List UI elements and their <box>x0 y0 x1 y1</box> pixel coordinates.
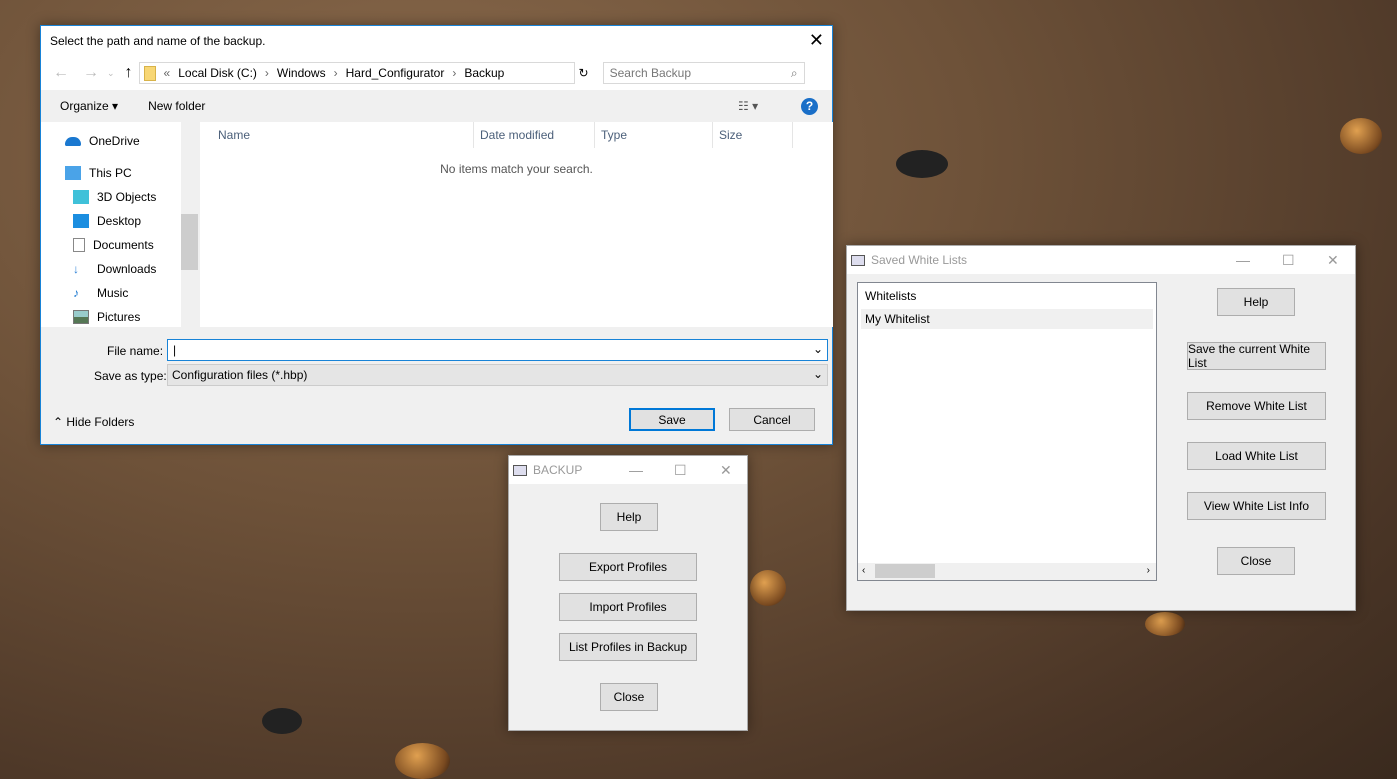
file-name-label: File name: <box>107 344 164 358</box>
address-bar[interactable]: « Local Disk (C:) › Windows › Hard_Configu… <box>138 62 575 84</box>
close-button[interactable]: Close <box>600 683 658 711</box>
column-date-modified[interactable]: Date modified <box>474 122 595 148</box>
empty-message: No items match your search. <box>440 162 593 176</box>
column-size[interactable]: Size <box>713 122 793 148</box>
column-type[interactable]: Type <box>595 122 713 148</box>
crumb[interactable]: Backup <box>464 66 504 80</box>
backup-window: BACKUP — ☐ ✕ Help Export Profiles Import P… <box>508 455 748 731</box>
crumb[interactable]: Local Disk (C:) <box>178 66 257 80</box>
minimize-icon[interactable]: — <box>629 462 643 478</box>
nav-item-pictures[interactable]: Pictures <box>97 310 140 324</box>
view-options-icon[interactable]: ☷ ▾ <box>738 99 758 113</box>
onedrive-icon <box>65 136 81 146</box>
file-list: Name Date modified Type Size No items ma… <box>200 122 833 327</box>
help-button[interactable]: Help <box>1217 288 1295 316</box>
save-file-dialog: Select the path and name of the backup. … <box>40 25 833 445</box>
save-white-list-button[interactable]: Save the current White List <box>1187 342 1326 370</box>
list-header: Whitelists <box>865 289 917 303</box>
download-icon: ↓ <box>73 262 79 276</box>
load-white-list-button[interactable]: Load White List <box>1187 442 1326 470</box>
forward-icon[interactable]: → <box>83 64 99 82</box>
saved-white-lists-window: Saved White Lists — ☐ ✕ Whitelists My Whit… <box>846 245 1356 611</box>
save-button[interactable]: Save <box>629 408 715 431</box>
organize-button[interactable]: Organize ▾ <box>60 99 118 113</box>
nav-item-downloads[interactable]: Downloads <box>97 262 156 276</box>
help-icon[interactable]: ? <box>801 97 818 115</box>
save-type-select[interactable]: Configuration files (*.hbp) ⌄ <box>167 364 828 386</box>
nav-item-this-pc[interactable]: This PC <box>89 166 132 180</box>
desktop-icon <box>73 214 89 228</box>
navigation-pane: OneDrive This PC 3D Objects Desktop Docu… <box>41 122 198 327</box>
search-icon: ⌕ <box>790 65 798 80</box>
maximize-icon[interactable]: ☐ <box>1282 252 1295 269</box>
help-button[interactable]: Help <box>600 503 658 531</box>
view-white-list-info-button[interactable]: View White List Info <box>1187 492 1326 520</box>
up-icon[interactable]: ↑ <box>125 64 133 82</box>
recent-dropdown-icon[interactable]: ⌄ <box>107 68 115 79</box>
cancel-button[interactable]: Cancel <box>729 408 815 431</box>
app-icon <box>513 464 527 476</box>
remove-white-list-button[interactable]: Remove White List <box>1187 392 1326 420</box>
nav-item-documents[interactable]: Documents <box>93 238 154 252</box>
list-item[interactable]: My Whitelist <box>861 309 1153 329</box>
save-type-label: Save as type: <box>94 369 167 383</box>
nav-item-3d-objects[interactable]: 3D Objects <box>97 190 156 204</box>
close-button[interactable]: Close <box>1217 547 1295 575</box>
hide-folders-button[interactable]: ⌃ Hide Folders <box>53 415 134 429</box>
minimize-icon[interactable]: — <box>1236 252 1250 268</box>
horizontal-scrollbar[interactable]: ‹ › <box>858 563 1156 580</box>
file-name-input[interactable]: | ⌄ <box>167 339 828 361</box>
app-icon <box>851 254 865 266</box>
maximize-icon[interactable]: ☐ <box>674 462 687 479</box>
window-title: Saved White Lists <box>871 253 968 267</box>
pc-icon <box>65 166 81 180</box>
overflow-icon[interactable]: « <box>164 66 171 80</box>
dialog-title: Select the path and name of the backup. <box>50 34 266 48</box>
close-icon[interactable]: ✕ <box>1327 252 1339 269</box>
nav-item-desktop[interactable]: Desktop <box>97 214 141 228</box>
search-input[interactable]: Search Backup ⌕ <box>602 62 805 84</box>
import-profiles-button[interactable]: Import Profiles <box>559 593 697 621</box>
documents-icon <box>73 238 85 252</box>
whitelist-listbox[interactable]: Whitelists My Whitelist ‹ › <box>857 282 1157 581</box>
nav-item-onedrive[interactable]: OneDrive <box>89 134 140 148</box>
refresh-icon[interactable]: ↻ <box>579 66 589 80</box>
crumb[interactable]: Hard_Configurator <box>346 66 445 80</box>
export-profiles-button[interactable]: Export Profiles <box>559 553 697 581</box>
back-icon[interactable]: ← <box>53 64 69 82</box>
list-profiles-button[interactable]: List Profiles in Backup <box>559 633 697 661</box>
new-folder-button[interactable]: New folder <box>148 99 205 113</box>
column-name[interactable]: Name <box>212 122 474 148</box>
window-title: BACKUP <box>533 463 583 477</box>
nav-scrollbar[interactable] <box>181 122 198 327</box>
close-icon[interactable]: ✕ <box>809 30 824 51</box>
pictures-icon <box>73 310 89 324</box>
nav-item-music[interactable]: Music <box>97 286 128 300</box>
folder-icon <box>143 65 156 81</box>
crumb[interactable]: Windows <box>277 66 326 80</box>
close-icon[interactable]: ✕ <box>720 462 732 479</box>
cube-icon <box>73 190 89 204</box>
music-icon: ♪ <box>73 286 79 300</box>
search-placeholder: Search Backup <box>609 66 691 80</box>
